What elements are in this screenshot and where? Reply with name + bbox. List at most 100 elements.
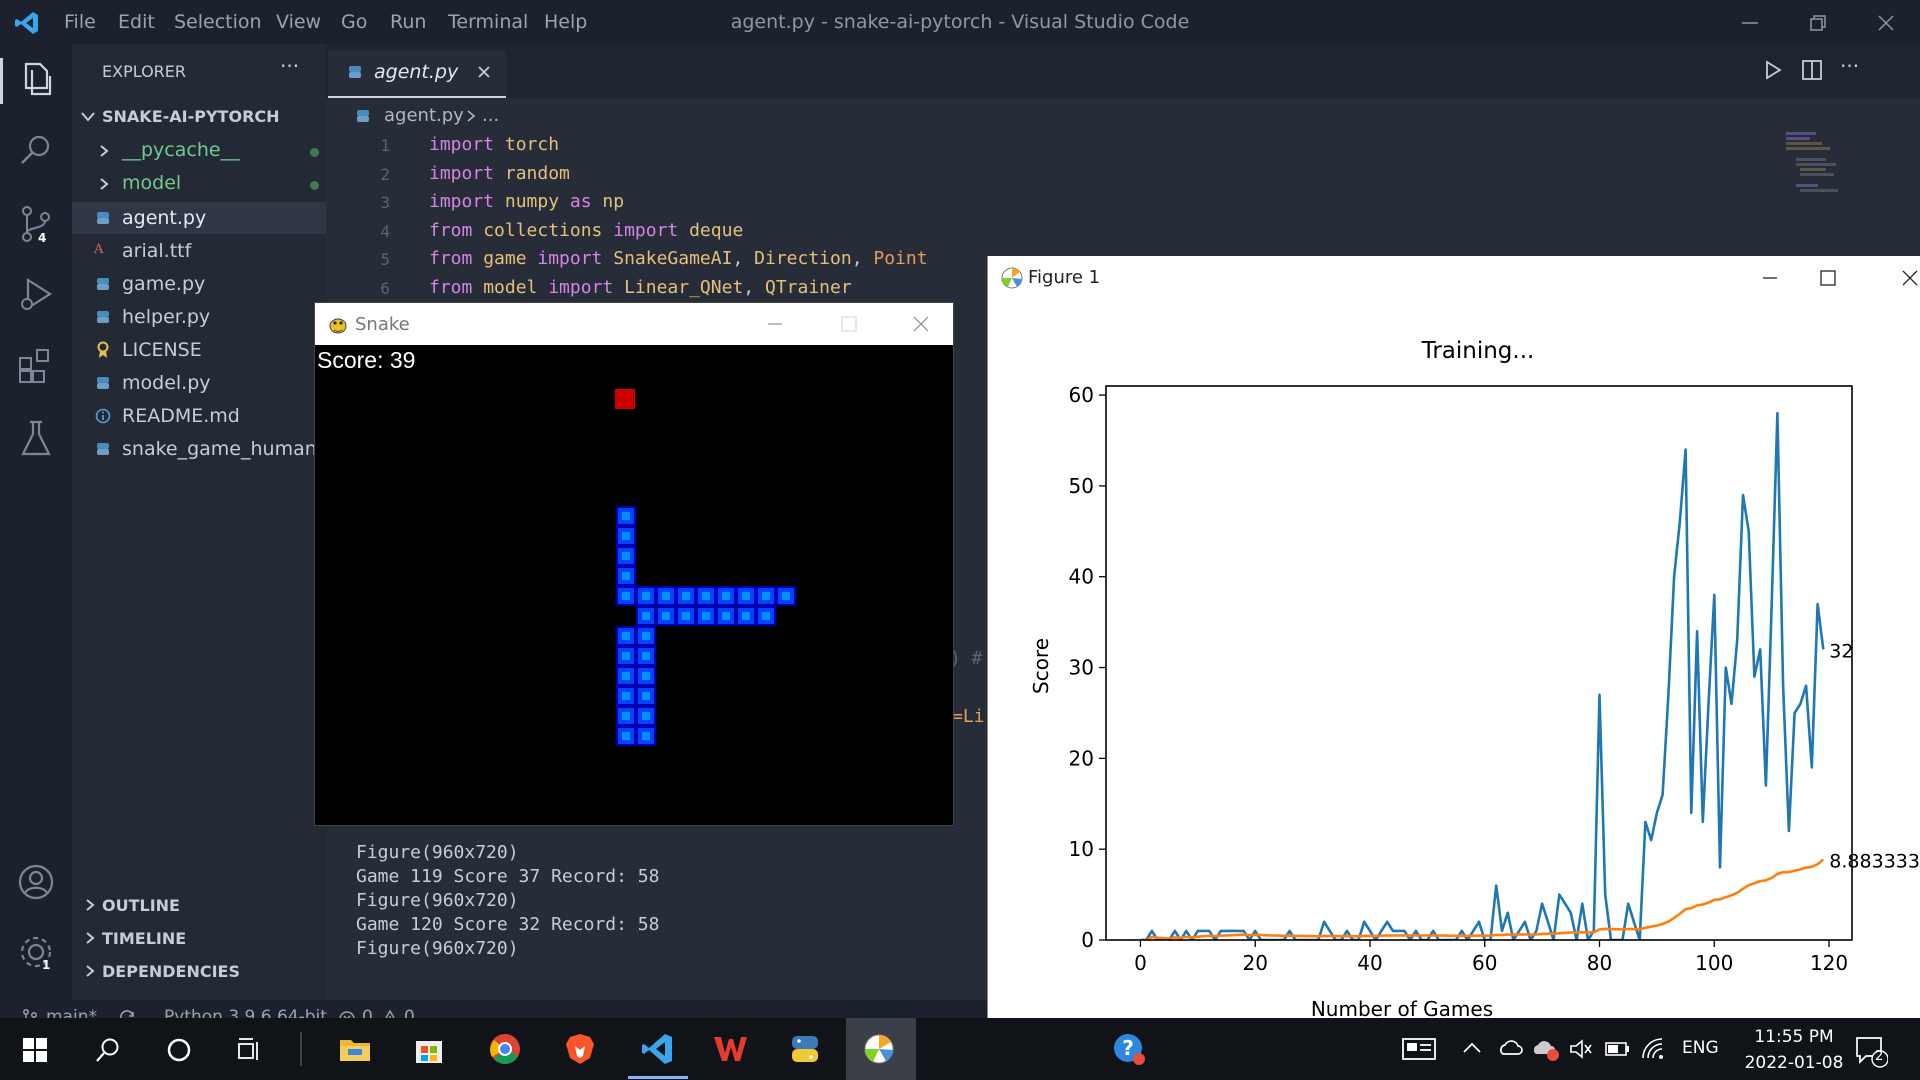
chevron-up-icon[interactable]	[1462, 1040, 1482, 1056]
snake-segment-core	[622, 652, 630, 660]
code-token: collections	[483, 219, 614, 241]
maximize-icon[interactable]	[1818, 268, 1838, 288]
cloud-error-icon[interactable]	[1532, 1036, 1560, 1062]
close-icon[interactable]	[911, 314, 931, 334]
microsoft-store-icon[interactable]	[413, 1033, 445, 1065]
section-outline[interactable]: OUTLINE	[80, 892, 320, 918]
extensions-icon[interactable]	[14, 344, 58, 388]
x-axis-label: Number of Games	[1311, 997, 1493, 1020]
clock-date[interactable]: 2022-01-08	[1736, 1053, 1852, 1073]
tree-item-model-py[interactable]: model.py	[72, 367, 326, 399]
onedrive-icon[interactable]	[1497, 1036, 1523, 1062]
battery-icon[interactable]	[1604, 1040, 1630, 1058]
input-language[interactable]: ENG	[1682, 1038, 1719, 1058]
search-icon[interactable]	[94, 1036, 122, 1064]
explorer-icon[interactable]	[14, 56, 58, 100]
code-token: import	[429, 162, 505, 184]
tab-close-icon[interactable]	[476, 64, 492, 80]
section-timeline[interactable]: TIMELINE	[80, 925, 320, 951]
search-icon[interactable]	[14, 128, 58, 172]
minimize-icon[interactable]	[1760, 269, 1780, 287]
line-number: 6	[380, 279, 390, 298]
tree-item-label: agent.py	[122, 207, 207, 229]
line-number: 2	[380, 164, 390, 184]
font-file-icon: A	[94, 242, 104, 257]
news-widget-icon[interactable]	[1401, 1036, 1437, 1062]
testing-icon[interactable]	[14, 416, 58, 460]
restore-icon[interactable]	[1808, 14, 1828, 32]
minimize-icon[interactable]	[1740, 14, 1760, 32]
chevron-right-icon	[100, 178, 109, 190]
project-folder[interactable]: SNAKE-AI-PYTORCH	[80, 104, 320, 130]
tree-item-license[interactable]: LICENSE	[72, 334, 326, 366]
line-number: 1	[380, 136, 390, 155]
terminal-line: Game 119 Score 37 Record: 58	[356, 866, 660, 887]
task-view-icon[interactable]	[236, 1036, 264, 1064]
python-app-icon[interactable]	[788, 1032, 822, 1066]
scm-badge: 4	[38, 231, 47, 245]
active-app-indicator	[628, 1076, 688, 1079]
chevron-right-icon	[86, 932, 95, 944]
tree-item-label: game.py	[122, 273, 206, 295]
code-line: import numpy as np	[429, 191, 624, 212]
tree-item-arial-ttf[interactable]: A arial.ttf	[72, 235, 326, 267]
snake-segment-core	[622, 512, 630, 520]
snake-game-window[interactable]: Snake Score: 39	[314, 302, 954, 826]
breadcrumb-symbol: ...	[482, 105, 500, 126]
section-dependencies[interactable]: DEPENDENCIES	[80, 958, 320, 984]
tree-item-helper-py[interactable]: helper.py	[72, 301, 326, 333]
code-token: random	[504, 162, 570, 184]
help-icon[interactable]: ?	[1112, 1032, 1146, 1066]
wifi-icon[interactable]	[1640, 1036, 1666, 1062]
close-icon[interactable]	[1876, 13, 1896, 33]
maximize-icon	[841, 316, 857, 332]
matplotlib-taskbar-icon[interactable]	[862, 1032, 896, 1066]
tab-agent-py[interactable]: agent.py	[328, 50, 506, 98]
file-explorer-icon[interactable]	[338, 1033, 372, 1065]
clock-time[interactable]: 11:55 PM	[1744, 1027, 1844, 1047]
vscode-taskbar-icon[interactable]	[640, 1032, 674, 1066]
snake-segment-core	[642, 712, 650, 720]
series-end-label: 8.883333	[1829, 850, 1920, 872]
cortana-icon[interactable]	[165, 1036, 193, 1064]
snake-segment-core	[702, 592, 710, 600]
snake-segment-core	[762, 612, 770, 620]
tree-item-pycache[interactable]: __pycache__	[98, 136, 324, 166]
run-file-icon[interactable]	[1761, 58, 1785, 82]
close-icon[interactable]	[1900, 268, 1920, 288]
chart-title: Training...	[1421, 338, 1535, 364]
tree-item-snake-game-human-py[interactable]: snake_game_human.py	[72, 433, 326, 465]
x-tick-label: 60	[1472, 951, 1497, 975]
tree-item-model[interactable]: model	[98, 169, 324, 199]
source-control-icon[interactable]	[14, 202, 58, 246]
minimize-icon[interactable]	[765, 315, 785, 333]
tree-item-game-py[interactable]: game.py	[72, 268, 326, 300]
terminal-panel[interactable]: Figure(960x720) Game 119 Score 37 Record…	[326, 836, 986, 1006]
snake-segment-core	[622, 732, 630, 740]
wps-office-icon[interactable]	[712, 1033, 748, 1063]
account-icon[interactable]	[14, 860, 58, 904]
tree-item-agent-py[interactable]: agent.py	[72, 202, 326, 234]
more-actions-icon[interactable]: ···	[280, 54, 299, 78]
snake-segment-core	[622, 592, 630, 600]
gear-icon[interactable]	[14, 930, 58, 974]
breadcrumb[interactable]: agent.py ...	[352, 104, 652, 128]
minimap[interactable]	[1786, 130, 1842, 250]
split-editor-icon[interactable]	[1800, 58, 1824, 82]
chrome-icon[interactable]	[488, 1032, 522, 1066]
python-file-icon	[349, 66, 361, 78]
run-debug-icon[interactable]	[14, 272, 58, 316]
python-file-icon	[97, 443, 109, 455]
python-file-icon	[97, 311, 109, 323]
x-tick-label: 120	[1810, 951, 1848, 975]
volume-muted-icon[interactable]	[1568, 1037, 1594, 1061]
y-tick-label: 50	[1069, 474, 1094, 498]
python-file-icon	[97, 212, 109, 224]
editor-more-icon[interactable]: ···	[1840, 54, 1859, 78]
breadcrumb-file: agent.py	[384, 105, 464, 126]
figure-window[interactable]: Figure 1 Training... Number of Games Sco…	[987, 256, 1920, 1020]
brave-icon[interactable]	[564, 1032, 596, 1066]
windows-start-icon[interactable]	[22, 1037, 48, 1063]
x-tick-label: 20	[1242, 951, 1267, 975]
tree-item-readme[interactable]: README.md	[72, 400, 326, 432]
